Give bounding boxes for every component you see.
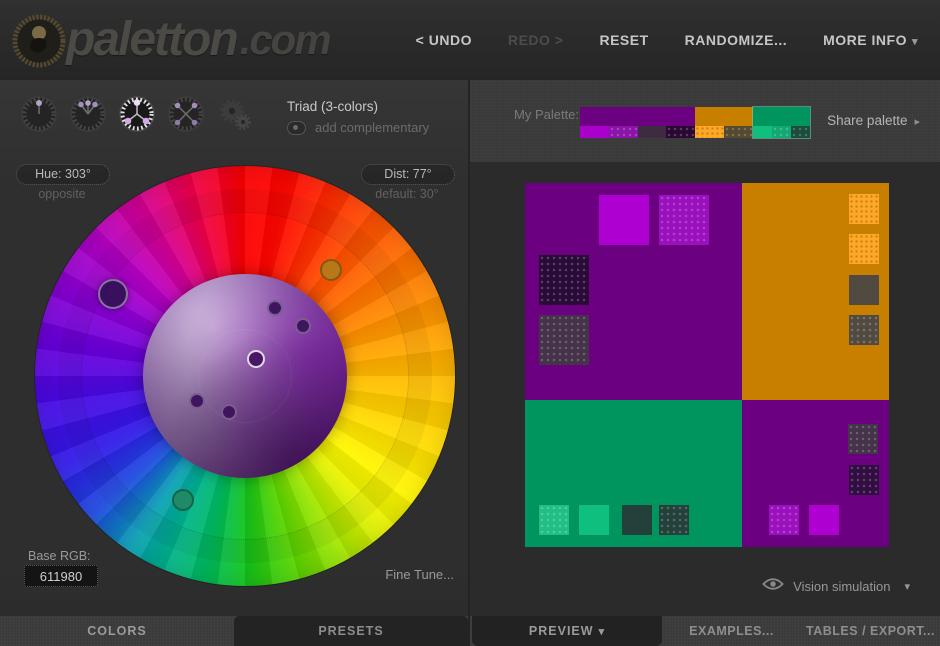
preview-swatch[interactable] bbox=[849, 234, 879, 264]
preview-swatch[interactable] bbox=[849, 465, 879, 495]
shade-marker[interactable] bbox=[295, 318, 311, 334]
preview-swatch[interactable] bbox=[849, 315, 879, 345]
add-complementary-toggle[interactable]: add complementary bbox=[287, 120, 429, 135]
arrow-right-icon: ▸ bbox=[914, 116, 920, 128]
preview-swatch[interactable] bbox=[769, 505, 799, 535]
distance-button[interactable]: Dist: 77° bbox=[361, 164, 455, 185]
scheme-designer-panel: Triad (3-colors) add complementary Hue: … bbox=[0, 80, 468, 646]
chevron-down-icon: ▾ bbox=[912, 36, 918, 48]
saturation-brightness-disc[interactable] bbox=[143, 274, 347, 478]
scheme-title: Triad (3-colors) bbox=[287, 99, 378, 114]
palette-bar: My Palette: bbox=[470, 80, 940, 162]
distance-default-label[interactable]: default: 30° bbox=[361, 187, 453, 201]
hue-button[interactable]: Hue: 303° bbox=[16, 164, 110, 185]
base-rgb-input[interactable] bbox=[24, 565, 98, 587]
vision-simulation-label: Vision simulation bbox=[793, 579, 890, 594]
redo-button: REDO > bbox=[508, 32, 564, 48]
header-menu: < UNDO REDO > RESET RANDOMIZE... MORE IN… bbox=[416, 0, 918, 80]
palette-strip[interactable] bbox=[580, 107, 810, 138]
shade-marker-active[interactable] bbox=[247, 350, 265, 368]
tab-colors[interactable]: COLORS bbox=[0, 616, 234, 646]
preview-swatch[interactable] bbox=[539, 315, 589, 365]
tab-tables-export[interactable]: TABLES / EXPORT... bbox=[801, 616, 940, 646]
shade-marker[interactable] bbox=[267, 300, 283, 316]
preview-swatch[interactable] bbox=[622, 505, 652, 535]
base-rgb-label: Base RGB: bbox=[28, 549, 91, 563]
fine-tune-link[interactable]: Fine Tune... bbox=[385, 567, 454, 582]
hue-marker[interactable] bbox=[98, 279, 128, 309]
mode-adjacent-icon[interactable] bbox=[69, 95, 107, 133]
radio-icon[interactable] bbox=[287, 121, 306, 135]
tab-preview[interactable]: PREVIEW▾ bbox=[472, 616, 662, 646]
logo-tld: .com bbox=[240, 5, 330, 75]
preview-swatch[interactable] bbox=[539, 505, 569, 535]
preview-swatch[interactable] bbox=[659, 195, 709, 245]
tab-examples[interactable]: EXAMPLES... bbox=[662, 616, 801, 646]
paletton-app: paletton .com < UNDO REDO > RESET RANDOM… bbox=[0, 0, 940, 646]
shade-marker[interactable] bbox=[189, 393, 205, 409]
palette-group-orange[interactable] bbox=[695, 107, 753, 138]
preview-swatch[interactable] bbox=[599, 195, 649, 245]
triad-marker-orange[interactable] bbox=[320, 259, 342, 281]
mode-triad-icon-active[interactable] bbox=[118, 95, 156, 133]
preview-swatch[interactable] bbox=[849, 194, 879, 224]
preview-swatch[interactable] bbox=[579, 505, 609, 535]
palette-group-purple[interactable] bbox=[580, 107, 695, 138]
preview-swatch[interactable] bbox=[849, 275, 879, 305]
preview-swatch[interactable] bbox=[848, 424, 878, 454]
shade-marker[interactable] bbox=[221, 404, 237, 420]
triad-marker-teal[interactable] bbox=[172, 489, 194, 511]
undo-button[interactable]: < UNDO bbox=[416, 32, 472, 48]
add-complementary-label: add complementary bbox=[315, 120, 429, 135]
chevron-down-icon: ▾ bbox=[599, 626, 606, 638]
mode-monochromatic-icon[interactable] bbox=[20, 95, 58, 133]
logo-name: paletton bbox=[66, 5, 237, 75]
preview-quadrant-purple-2[interactable] bbox=[742, 400, 889, 547]
tab-presets[interactable]: PRESETS bbox=[234, 616, 468, 646]
header: paletton .com < UNDO REDO > RESET RANDOM… bbox=[0, 0, 940, 81]
preview-quadrant-orange[interactable] bbox=[742, 183, 889, 400]
preview-panel: My Palette: bbox=[468, 80, 940, 646]
color-wheel[interactable] bbox=[35, 166, 455, 586]
logo: paletton .com bbox=[10, 5, 330, 75]
share-palette-link[interactable]: Share palette▸ bbox=[827, 113, 920, 128]
palette-group-teal[interactable] bbox=[753, 107, 810, 138]
right-tab-bar: PREVIEW▾ EXAMPLES... TABLES / EXPORT... bbox=[470, 616, 940, 646]
mode-tetrad-icon[interactable] bbox=[167, 95, 205, 133]
preview-swatch[interactable] bbox=[659, 505, 689, 535]
scheme-mode-selector bbox=[20, 95, 254, 133]
more-info-menu[interactable]: MORE INFO▾ bbox=[823, 32, 918, 48]
preview-swatch[interactable] bbox=[539, 255, 589, 305]
my-palette-label: My Palette: bbox=[514, 107, 579, 122]
palette-preview bbox=[525, 183, 889, 547]
vision-simulation-menu[interactable]: Vision simulation ▾ bbox=[762, 577, 910, 596]
reset-button[interactable]: RESET bbox=[599, 32, 648, 48]
preview-quadrant-teal[interactable] bbox=[525, 400, 742, 547]
eye-icon bbox=[762, 577, 784, 596]
chevron-down-icon: ▾ bbox=[904, 580, 910, 593]
hue-opposite-label[interactable]: opposite bbox=[16, 187, 108, 201]
preview-quadrant-purple-1[interactable] bbox=[525, 183, 742, 400]
paletton-logo-icon bbox=[10, 10, 66, 70]
preview-swatch[interactable] bbox=[809, 505, 839, 535]
left-tab-bar: COLORS PRESETS bbox=[0, 616, 468, 646]
mode-freestyle-gears-icon[interactable] bbox=[216, 95, 254, 133]
randomize-button[interactable]: RANDOMIZE... bbox=[685, 32, 787, 48]
